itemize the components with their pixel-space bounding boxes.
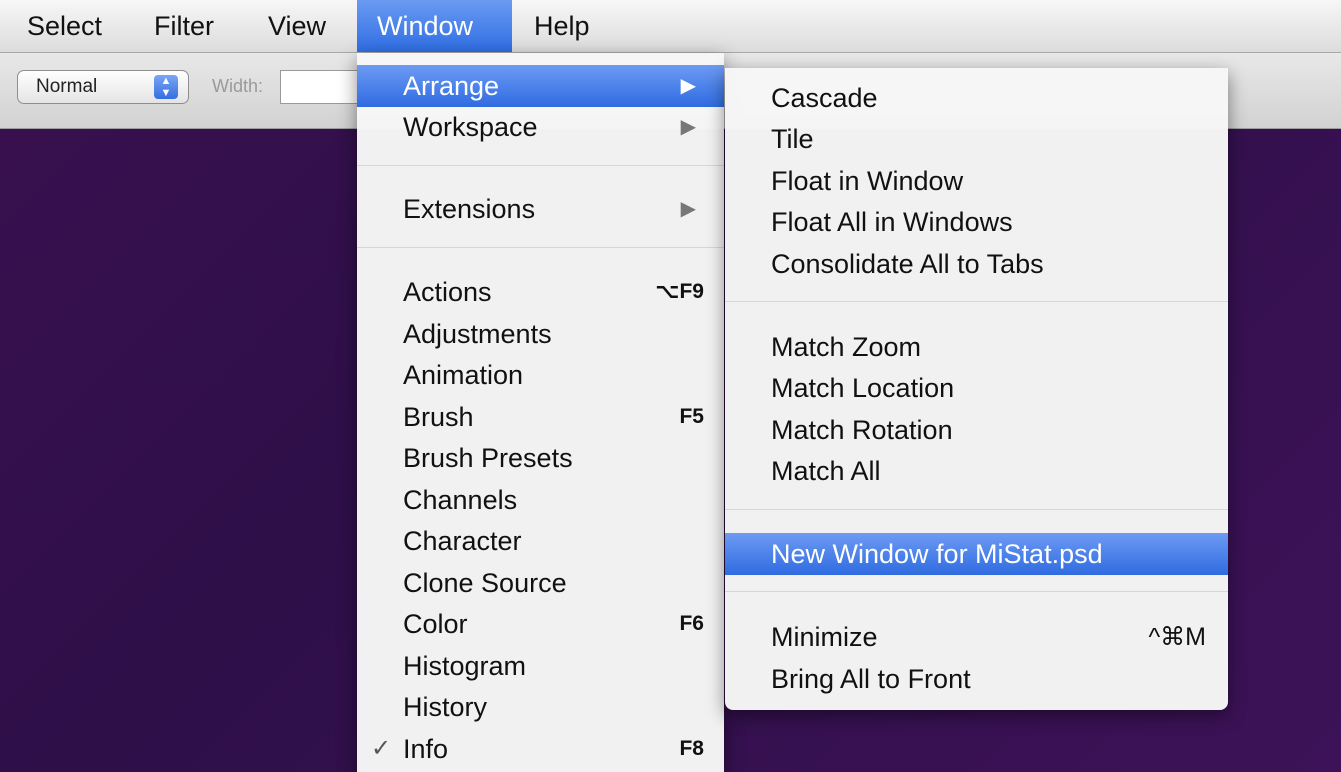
menu-separator	[357, 165, 724, 166]
menu-item-shortcut: F6	[679, 612, 704, 635]
menu-item-histogram[interactable]: Histogram	[357, 645, 724, 687]
menu-select[interactable]: Select	[15, 0, 114, 52]
menu-item-actions[interactable]: Actions ⌥F9	[357, 271, 724, 313]
menu-item-label: Minimize	[771, 622, 878, 652]
submenu-item-float-all-in-windows[interactable]: Float All in Windows	[725, 201, 1228, 243]
submenu-item-match-zoom[interactable]: Match Zoom	[725, 326, 1228, 368]
menu-item-label: Extensions	[403, 194, 536, 224]
menu-item-label: Float in Window	[771, 166, 964, 196]
menu-item-label: Match Zoom	[771, 332, 922, 362]
menu-item-label: Bring All to Front	[771, 664, 971, 694]
menu-item-label: Workspace	[403, 112, 538, 142]
submenu-item-float-in-window[interactable]: Float in Window	[725, 160, 1228, 202]
checkmark-icon: ✓	[371, 735, 392, 762]
menu-item-label: Consolidate All to Tabs	[771, 249, 1044, 279]
menu-item-extensions[interactable]: Extensions ▶	[357, 188, 724, 230]
menu-separator	[725, 591, 1228, 592]
menu-item-character[interactable]: Character	[357, 520, 724, 562]
menu-item-label: Brush Presets	[403, 443, 573, 473]
menu-item-label: Color	[403, 609, 468, 639]
menu-item-label: Arrange	[403, 71, 500, 101]
menu-item-shortcut: F5	[679, 405, 704, 428]
menu-item-label: New Window for MiStat.psd	[771, 539, 1103, 569]
menu-item-color[interactable]: Color F6	[357, 603, 724, 645]
menu-item-label: Histogram	[403, 651, 527, 681]
menu-item-shortcut: ⌥F9	[655, 280, 704, 303]
menu-item-label: Animation	[403, 360, 524, 390]
menu-item-shortcut: F8	[679, 737, 704, 760]
menu-view[interactable]: View	[256, 0, 338, 52]
menu-item-shortcut: ^⌘M	[1148, 623, 1206, 651]
menu-item-label: Clone Source	[403, 568, 567, 598]
menu-item-label: Brush	[403, 402, 474, 432]
menu-item-workspace[interactable]: Workspace ▶	[357, 106, 724, 148]
menu-item-channels[interactable]: Channels	[357, 479, 724, 521]
submenu-item-minimize[interactable]: Minimize ^⌘M	[725, 616, 1228, 658]
menu-item-brush-presets[interactable]: Brush Presets	[357, 437, 724, 479]
menu-item-label: Match Location	[771, 373, 955, 403]
submenu-item-consolidate-all-to-tabs[interactable]: Consolidate All to Tabs	[725, 243, 1228, 285]
submenu-item-tile[interactable]: Tile	[725, 118, 1228, 160]
submenu-item-match-location[interactable]: Match Location	[725, 367, 1228, 409]
menu-item-label: Tile	[771, 124, 814, 154]
menu-item-history[interactable]: History	[357, 686, 724, 728]
submenu-item-cascade[interactable]: Cascade	[725, 77, 1228, 119]
menu-item-clone-source[interactable]: Clone Source	[357, 562, 724, 604]
menu-item-label: Float All in Windows	[771, 207, 1013, 237]
up-down-stepper-icon[interactable]: ▲ ▼	[154, 75, 178, 99]
submenu-item-new-window[interactable]: New Window for MiStat.psd	[725, 533, 1228, 575]
submenu-item-match-all[interactable]: Match All	[725, 450, 1228, 492]
menu-item-label: Channels	[403, 485, 518, 515]
window-menu: Arrange ▶ Workspace ▶ Extensions ▶ Actio…	[357, 53, 724, 772]
menu-window[interactable]: Window	[357, 0, 512, 52]
menu-item-arrange[interactable]: Arrange ▶	[357, 65, 724, 107]
menu-separator	[725, 301, 1228, 302]
menu-item-label: History	[403, 692, 488, 722]
triangle-right-icon: ▶	[680, 198, 696, 220]
menu-item-info[interactable]: ✓ Info F8	[357, 728, 724, 770]
menubar: Select Filter View Window Help	[0, 0, 1341, 53]
menu-item-label: Info	[403, 734, 449, 764]
submenu-item-bring-all-to-front[interactable]: Bring All to Front	[725, 658, 1228, 700]
width-label: Width:	[212, 76, 264, 96]
menu-separator	[725, 509, 1228, 510]
menu-item-animation[interactable]: Animation	[357, 354, 724, 396]
menu-item-label: Cascade	[771, 83, 878, 113]
menu-item-brush[interactable]: Brush F5	[357, 396, 724, 438]
menu-separator	[357, 247, 724, 248]
menu-item-adjustments[interactable]: Adjustments	[357, 313, 724, 355]
mode-select-value: Normal	[36, 76, 98, 97]
menu-item-label: Match Rotation	[771, 415, 953, 445]
triangle-right-icon: ▶	[680, 75, 696, 97]
triangle-right-icon: ▶	[680, 116, 696, 138]
arrange-submenu: Cascade Tile Float in Window Float All i…	[725, 68, 1228, 710]
menu-item-label: Character	[403, 526, 522, 556]
menu-item-label: Actions	[403, 277, 492, 307]
submenu-item-match-rotation[interactable]: Match Rotation	[725, 409, 1228, 451]
menu-item-label: Adjustments	[403, 319, 552, 349]
menu-item-label: Match All	[771, 456, 881, 486]
mode-select[interactable]: Normal ▲ ▼	[17, 70, 189, 104]
menu-help[interactable]: Help	[522, 0, 602, 52]
menu-filter[interactable]: Filter	[142, 0, 226, 52]
